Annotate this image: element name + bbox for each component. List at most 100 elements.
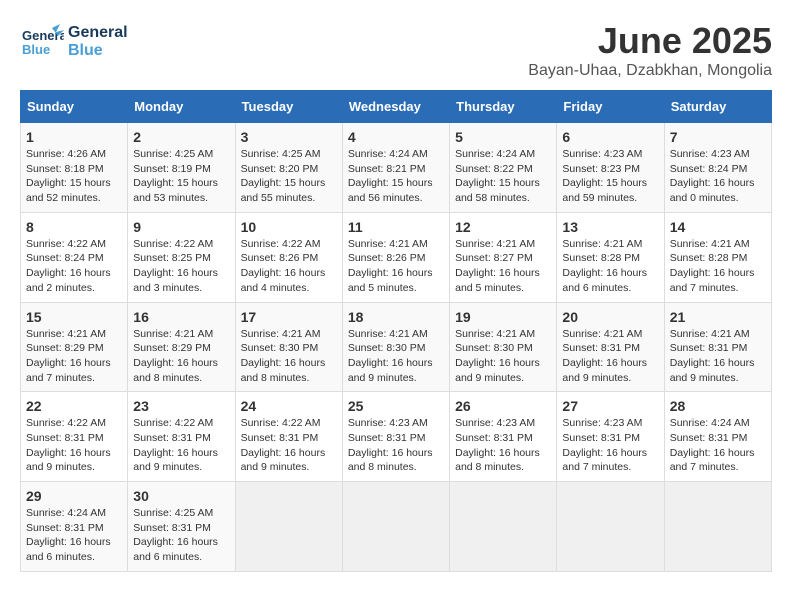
day-info: Sunrise: 4:22 AM Sunset: 8:25 PM Dayligh… [133, 237, 229, 296]
day-number: 7 [670, 129, 766, 145]
day-info: Sunrise: 4:22 AM Sunset: 8:31 PM Dayligh… [26, 416, 122, 475]
day-number: 26 [455, 398, 551, 414]
logo: General Blue General Blue [20, 20, 128, 64]
calendar-cell: 20 Sunrise: 4:21 AM Sunset: 8:31 PM Dayli… [557, 302, 664, 392]
calendar-cell: 19 Sunrise: 4:21 AM Sunset: 8:30 PM Dayli… [450, 302, 557, 392]
day-number: 6 [562, 129, 658, 145]
day-info: Sunrise: 4:21 AM Sunset: 8:30 PM Dayligh… [348, 327, 444, 386]
day-number: 27 [562, 398, 658, 414]
day-info: Sunrise: 4:21 AM Sunset: 8:26 PM Dayligh… [348, 237, 444, 296]
weekday-saturday: Saturday [664, 91, 771, 123]
calendar-cell: 11 Sunrise: 4:21 AM Sunset: 8:26 PM Dayli… [342, 212, 449, 302]
calendar-cell: 22 Sunrise: 4:22 AM Sunset: 8:31 PM Dayli… [21, 392, 128, 482]
day-number: 2 [133, 129, 229, 145]
logo-blue: Blue [68, 42, 128, 60]
header: General Blue General Blue June 2025 Baya… [20, 20, 772, 80]
day-number: 9 [133, 219, 229, 235]
calendar-cell [235, 482, 342, 572]
calendar-cell: 14 Sunrise: 4:21 AM Sunset: 8:28 PM Dayli… [664, 212, 771, 302]
calendar-cell: 13 Sunrise: 4:21 AM Sunset: 8:28 PM Dayli… [557, 212, 664, 302]
calendar-cell: 21 Sunrise: 4:21 AM Sunset: 8:31 PM Dayli… [664, 302, 771, 392]
week-row-1: 1Sunrise: 4:26 AM Sunset: 8:18 PM Daylig… [21, 123, 772, 213]
calendar-cell: 2 Sunrise: 4:25 AM Sunset: 8:19 PM Daylig… [128, 123, 235, 213]
day-info: Sunrise: 4:21 AM Sunset: 8:27 PM Dayligh… [455, 237, 551, 296]
day-info: Sunrise: 4:23 AM Sunset: 8:31 PM Dayligh… [348, 416, 444, 475]
day-info: Sunrise: 4:24 AM Sunset: 8:22 PM Dayligh… [455, 147, 551, 206]
calendar-cell [557, 482, 664, 572]
calendar-cell: 8Sunrise: 4:22 AM Sunset: 8:24 PM Daylig… [21, 212, 128, 302]
calendar-cell [664, 482, 771, 572]
calendar-cell: 17 Sunrise: 4:21 AM Sunset: 8:30 PM Dayli… [235, 302, 342, 392]
day-info: Sunrise: 4:23 AM Sunset: 8:23 PM Dayligh… [562, 147, 658, 206]
day-info: Sunrise: 4:23 AM Sunset: 8:31 PM Dayligh… [562, 416, 658, 475]
week-row-3: 15 Sunrise: 4:21 AM Sunset: 8:29 PM Dayli… [21, 302, 772, 392]
calendar-cell: 30Sunrise: 4:25 AM Sunset: 8:31 PM Dayli… [128, 482, 235, 572]
weekday-thursday: Thursday [450, 91, 557, 123]
logo-icon: General Blue [20, 20, 64, 64]
day-info: Sunrise: 4:25 AM Sunset: 8:20 PM Dayligh… [241, 147, 337, 206]
logo-general: General [68, 24, 128, 42]
day-info: Sunrise: 4:25 AM Sunset: 8:19 PM Dayligh… [133, 147, 229, 206]
weekday-monday: Monday [128, 91, 235, 123]
day-number: 20 [562, 309, 658, 325]
calendar-cell: 24 Sunrise: 4:22 AM Sunset: 8:31 PM Dayli… [235, 392, 342, 482]
calendar-cell: 28 Sunrise: 4:24 AM Sunset: 8:31 PM Dayli… [664, 392, 771, 482]
calendar-cell: 25 Sunrise: 4:23 AM Sunset: 8:31 PM Dayli… [342, 392, 449, 482]
calendar-cell [342, 482, 449, 572]
day-number: 19 [455, 309, 551, 325]
day-number: 23 [133, 398, 229, 414]
day-info: Sunrise: 4:21 AM Sunset: 8:31 PM Dayligh… [670, 327, 766, 386]
svg-text:Blue: Blue [22, 42, 50, 57]
calendar-cell: 10 Sunrise: 4:22 AM Sunset: 8:26 PM Dayli… [235, 212, 342, 302]
calendar-cell: 23 Sunrise: 4:22 AM Sunset: 8:31 PM Dayli… [128, 392, 235, 482]
day-info: Sunrise: 4:21 AM Sunset: 8:28 PM Dayligh… [562, 237, 658, 296]
calendar-cell: 1Sunrise: 4:26 AM Sunset: 8:18 PM Daylig… [21, 123, 128, 213]
day-number: 17 [241, 309, 337, 325]
day-number: 29 [26, 488, 122, 504]
day-info: Sunrise: 4:23 AM Sunset: 8:31 PM Dayligh… [455, 416, 551, 475]
day-info: Sunrise: 4:22 AM Sunset: 8:26 PM Dayligh… [241, 237, 337, 296]
calendar-cell: 27 Sunrise: 4:23 AM Sunset: 8:31 PM Dayli… [557, 392, 664, 482]
day-number: 14 [670, 219, 766, 235]
day-number: 10 [241, 219, 337, 235]
day-number: 15 [26, 309, 122, 325]
day-number: 21 [670, 309, 766, 325]
day-info: Sunrise: 4:21 AM Sunset: 8:29 PM Dayligh… [133, 327, 229, 386]
calendar-cell: 29 Sunrise: 4:24 AM Sunset: 8:31 PM Dayli… [21, 482, 128, 572]
day-number: 11 [348, 219, 444, 235]
calendar-cell: 6 Sunrise: 4:23 AM Sunset: 8:23 PM Daylig… [557, 123, 664, 213]
day-number: 12 [455, 219, 551, 235]
day-info: Sunrise: 4:21 AM Sunset: 8:28 PM Dayligh… [670, 237, 766, 296]
week-row-4: 22 Sunrise: 4:22 AM Sunset: 8:31 PM Dayli… [21, 392, 772, 482]
calendar-cell: 16Sunrise: 4:21 AM Sunset: 8:29 PM Dayli… [128, 302, 235, 392]
day-info: Sunrise: 4:21 AM Sunset: 8:30 PM Dayligh… [241, 327, 337, 386]
calendar-cell [450, 482, 557, 572]
day-info: Sunrise: 4:22 AM Sunset: 8:31 PM Dayligh… [241, 416, 337, 475]
day-number: 30 [133, 488, 229, 504]
main-title: June 2025 [528, 20, 772, 62]
calendar-cell: 26 Sunrise: 4:23 AM Sunset: 8:31 PM Dayli… [450, 392, 557, 482]
calendar-cell: 12 Sunrise: 4:21 AM Sunset: 8:27 PM Dayli… [450, 212, 557, 302]
day-info: Sunrise: 4:23 AM Sunset: 8:24 PM Dayligh… [670, 147, 766, 206]
day-info: Sunrise: 4:24 AM Sunset: 8:31 PM Dayligh… [670, 416, 766, 475]
calendar-cell: 7 Sunrise: 4:23 AM Sunset: 8:24 PM Daylig… [664, 123, 771, 213]
calendar-table: SundayMondayTuesdayWednesdayThursdayFrid… [20, 90, 772, 572]
day-number: 25 [348, 398, 444, 414]
weekday-header-row: SundayMondayTuesdayWednesdayThursdayFrid… [21, 91, 772, 123]
week-row-2: 8Sunrise: 4:22 AM Sunset: 8:24 PM Daylig… [21, 212, 772, 302]
day-number: 28 [670, 398, 766, 414]
calendar-cell: 15Sunrise: 4:21 AM Sunset: 8:29 PM Dayli… [21, 302, 128, 392]
day-number: 24 [241, 398, 337, 414]
day-info: Sunrise: 4:21 AM Sunset: 8:30 PM Dayligh… [455, 327, 551, 386]
day-info: Sunrise: 4:22 AM Sunset: 8:31 PM Dayligh… [133, 416, 229, 475]
day-number: 13 [562, 219, 658, 235]
day-info: Sunrise: 4:24 AM Sunset: 8:21 PM Dayligh… [348, 147, 444, 206]
weekday-sunday: Sunday [21, 91, 128, 123]
day-number: 18 [348, 309, 444, 325]
day-info: Sunrise: 4:21 AM Sunset: 8:31 PM Dayligh… [562, 327, 658, 386]
day-number: 22 [26, 398, 122, 414]
subtitle: Bayan-Uhaa, Dzabkhan, Mongolia [528, 62, 772, 80]
day-info: Sunrise: 4:24 AM Sunset: 8:31 PM Dayligh… [26, 506, 122, 565]
day-info: Sunrise: 4:26 AM Sunset: 8:18 PM Dayligh… [26, 147, 122, 206]
calendar-cell: 9 Sunrise: 4:22 AM Sunset: 8:25 PM Daylig… [128, 212, 235, 302]
